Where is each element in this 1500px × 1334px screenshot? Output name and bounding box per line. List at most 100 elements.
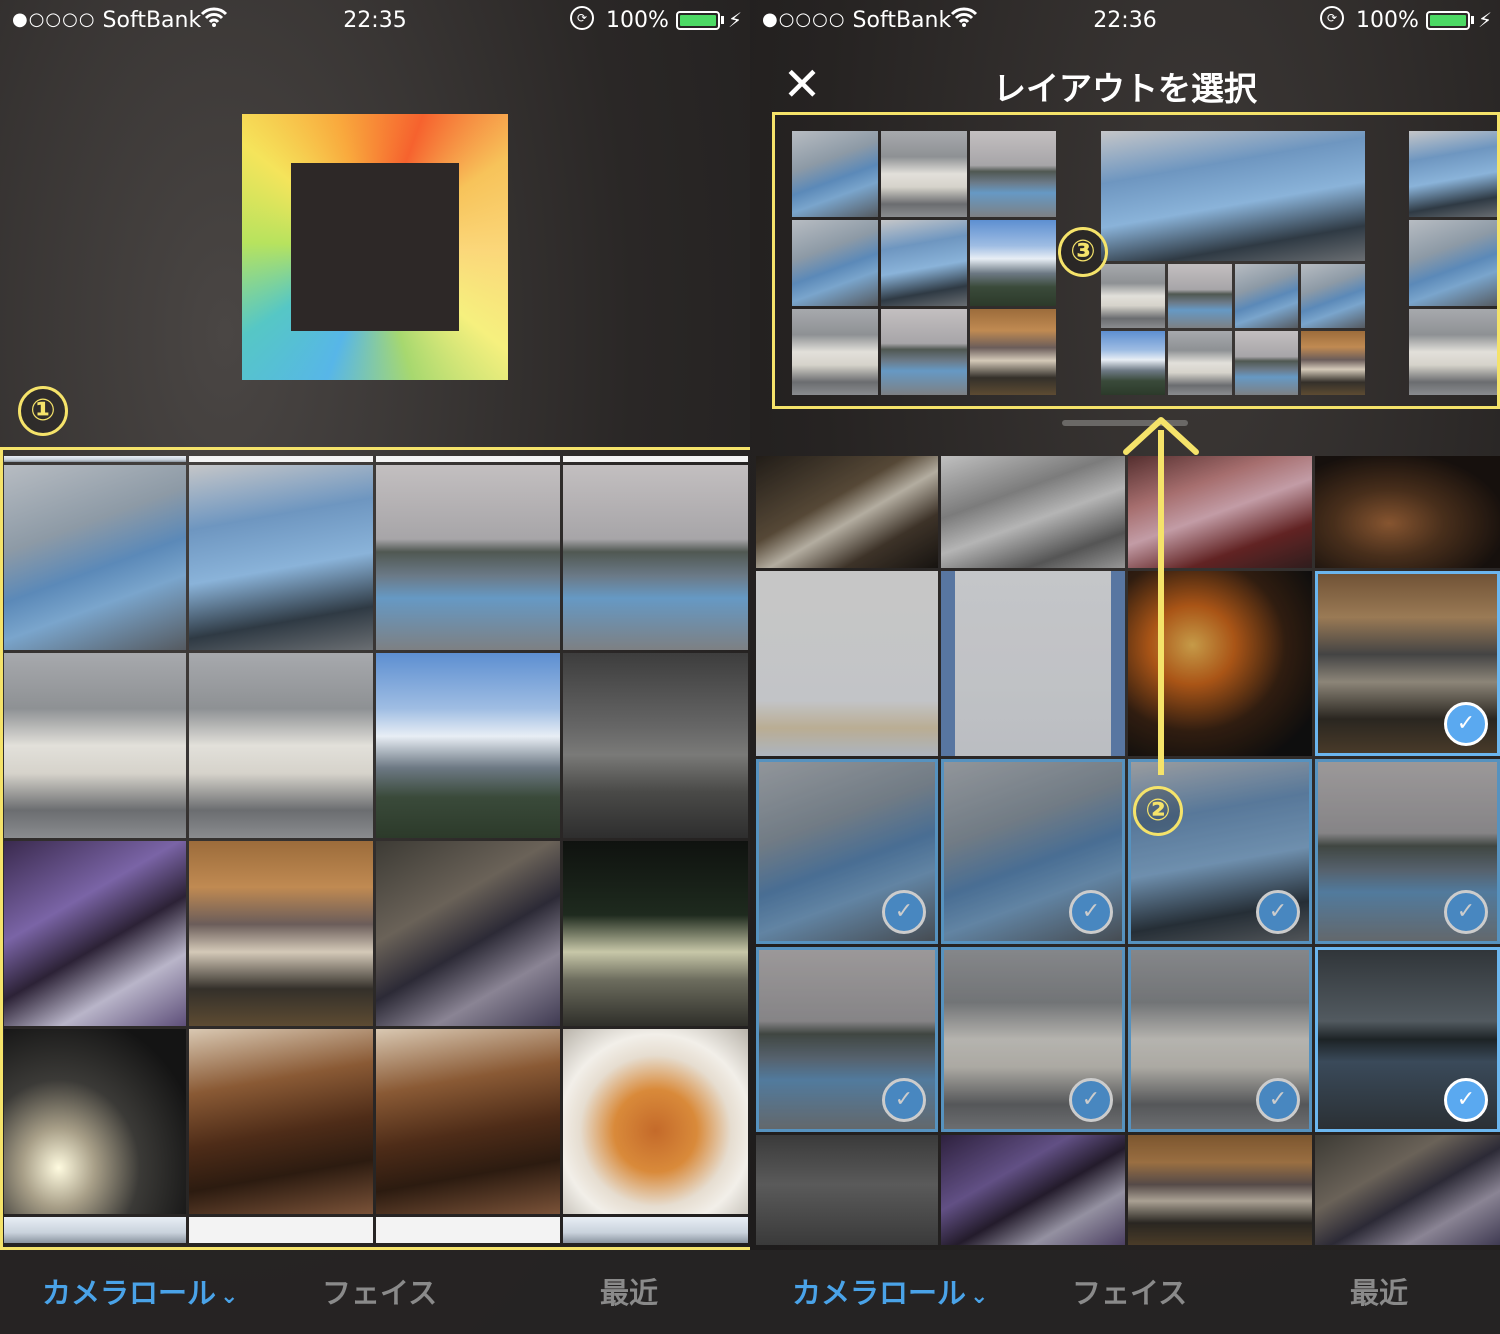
- photo-thumbnail[interactable]: [1315, 456, 1500, 568]
- chevron-down-icon: ⌄: [970, 1284, 989, 1309]
- photo-thumbnail[interactable]: ✓: [1128, 947, 1312, 1132]
- right-screen: ●○○○○ SoftBank 22:36 ⟳ 100% ⚡ ✕ レイアウトを選択: [750, 0, 1500, 1334]
- photo-thumbnail[interactable]: [941, 1135, 1125, 1245]
- layout-cell: [1234, 331, 1299, 395]
- layout-option-feature[interactable]: [1101, 131, 1365, 395]
- annotation-arrow-up-icon: [1123, 417, 1199, 455]
- charging-icon: ⚡: [728, 8, 743, 32]
- tab-recent[interactable]: 最近: [600, 1270, 658, 1312]
- photo-thumbnail[interactable]: [563, 465, 748, 650]
- battery-icon: [676, 11, 720, 30]
- photo-thumbnail[interactable]: ✓: [1315, 947, 1500, 1132]
- checkmark-icon: ✓: [1444, 702, 1488, 746]
- photo-thumbnail[interactable]: [189, 841, 373, 1026]
- photo-thumbnail[interactable]: [189, 1029, 373, 1214]
- battery-tip: [721, 16, 724, 24]
- photo-thumbnail[interactable]: ✓: [941, 759, 1125, 944]
- rotation-lock-icon: ⟳: [1320, 6, 1344, 30]
- photo-thumbnail[interactable]: [1315, 1135, 1500, 1245]
- photo-thumbnail[interactable]: [376, 653, 560, 838]
- layout-cell: [1234, 264, 1299, 328]
- photo-thumbnail[interactable]: [4, 841, 186, 1026]
- layout-cell: [792, 220, 878, 306]
- photo-grid: ✓ ✓ ✓ ✓ ✓ ✓ ✓ ✓ ✓: [756, 456, 1500, 1246]
- source-tab-bar: カメラロール ⌄ フェイス 最近: [0, 1250, 750, 1334]
- photo-thumbnail[interactable]: [189, 456, 373, 462]
- photo-thumbnail[interactable]: [756, 1135, 938, 1245]
- photo-thumbnail[interactable]: [376, 456, 560, 462]
- layout-cell: [1409, 131, 1497, 217]
- photo-thumbnail[interactable]: ✓: [941, 947, 1125, 1132]
- annotation-marker-1: ①: [18, 386, 68, 436]
- photo-thumbnail[interactable]: [4, 1217, 186, 1243]
- photo-thumbnail[interactable]: [189, 465, 373, 650]
- tab-camera-roll[interactable]: カメラロール ⌄: [42, 1270, 238, 1312]
- photo-thumbnail[interactable]: [941, 456, 1125, 568]
- battery-tip: [1471, 16, 1474, 24]
- annotation-marker-3: ③: [1058, 227, 1108, 277]
- layout-cell: [792, 131, 878, 217]
- photo-thumbnail[interactable]: [756, 456, 938, 568]
- photo-thumbnail[interactable]: [941, 571, 1125, 756]
- tab-faces[interactable]: フェイス: [1072, 1270, 1187, 1312]
- tab-faces[interactable]: フェイス: [322, 1270, 437, 1312]
- layout-cell: [881, 131, 967, 217]
- rotation-lock-icon: ⟳: [570, 6, 594, 30]
- layout-cell: [1101, 131, 1365, 261]
- layout-option-grid[interactable]: [792, 131, 1056, 395]
- chevron-down-icon: ⌄: [220, 1284, 239, 1309]
- photo-thumbnail[interactable]: [376, 1029, 560, 1214]
- left-screen: ●○○○○ SoftBank 22:35 ⟳ 100% ⚡ ① カメラロール ⌄…: [0, 0, 750, 1334]
- photo-thumbnail[interactable]: [376, 841, 560, 1026]
- photo-thumbnail[interactable]: [4, 465, 186, 650]
- checkmark-icon: ✓: [1256, 1078, 1300, 1122]
- photo-thumbnail[interactable]: [376, 1217, 560, 1243]
- layout-cell: [1167, 264, 1232, 328]
- tab-camera-roll[interactable]: カメラロール ⌄: [792, 1270, 988, 1312]
- checkmark-icon: ✓: [882, 1078, 926, 1122]
- layout-cell: [970, 131, 1056, 217]
- layout-cell: [1101, 331, 1165, 395]
- layout-cell: [881, 309, 967, 395]
- photo-thumbnail[interactable]: ✓: [1315, 759, 1500, 944]
- layout-cell: [1101, 264, 1165, 328]
- photo-thumbnail[interactable]: [1128, 1135, 1312, 1245]
- tab-recent[interactable]: 最近: [1350, 1270, 1408, 1312]
- page-title: レイアウトを選択: [993, 69, 1257, 108]
- battery-percent: 100%: [606, 8, 669, 33]
- photo-thumbnail[interactable]: [756, 571, 938, 756]
- photo-thumbnail[interactable]: [189, 653, 373, 838]
- photo-thumbnail[interactable]: [1128, 456, 1312, 568]
- photo-thumbnail[interactable]: [563, 1217, 748, 1243]
- photo-thumbnail[interactable]: [4, 653, 186, 838]
- photo-thumbnail[interactable]: [376, 465, 560, 650]
- photo-thumbnail[interactable]: ✓: [756, 759, 938, 944]
- photo-thumbnail[interactable]: [189, 1217, 373, 1243]
- layout-cell: [1301, 331, 1365, 395]
- photo-thumbnail[interactable]: [1128, 571, 1312, 756]
- photo-thumbnail[interactable]: [563, 841, 748, 1026]
- photo-thumbnail[interactable]: [4, 456, 186, 462]
- battery-icon: [1426, 11, 1470, 30]
- checkmark-icon: ✓: [882, 890, 926, 934]
- layout-cell: [792, 309, 878, 395]
- photo-thumbnail[interactable]: [563, 1029, 748, 1214]
- layout-option-column[interactable]: [1409, 131, 1497, 395]
- status-bar: ●○○○○ SoftBank 22:36 ⟳ 100% ⚡: [750, 0, 1500, 40]
- photo-thumbnail[interactable]: ✓: [1315, 571, 1500, 756]
- photo-thumbnail[interactable]: [563, 456, 748, 462]
- layout-cell: [881, 220, 967, 306]
- layout-cell: [1301, 264, 1365, 328]
- photo-thumbnail[interactable]: [4, 1029, 186, 1214]
- photo-grid: [4, 456, 750, 1247]
- layout-cell: [970, 220, 1056, 306]
- charging-icon: ⚡: [1478, 8, 1493, 32]
- photo-thumbnail[interactable]: ✓: [756, 947, 938, 1132]
- layout-cell: [970, 309, 1056, 395]
- tab-camera-roll-label: カメラロール: [792, 1276, 967, 1310]
- checkmark-icon: ✓: [1069, 890, 1113, 934]
- checkmark-icon: ✓: [1444, 890, 1488, 934]
- layout-options-strip[interactable]: ③: [772, 112, 1500, 409]
- layout-app-logo: [242, 114, 508, 380]
- photo-thumbnail[interactable]: [563, 653, 748, 838]
